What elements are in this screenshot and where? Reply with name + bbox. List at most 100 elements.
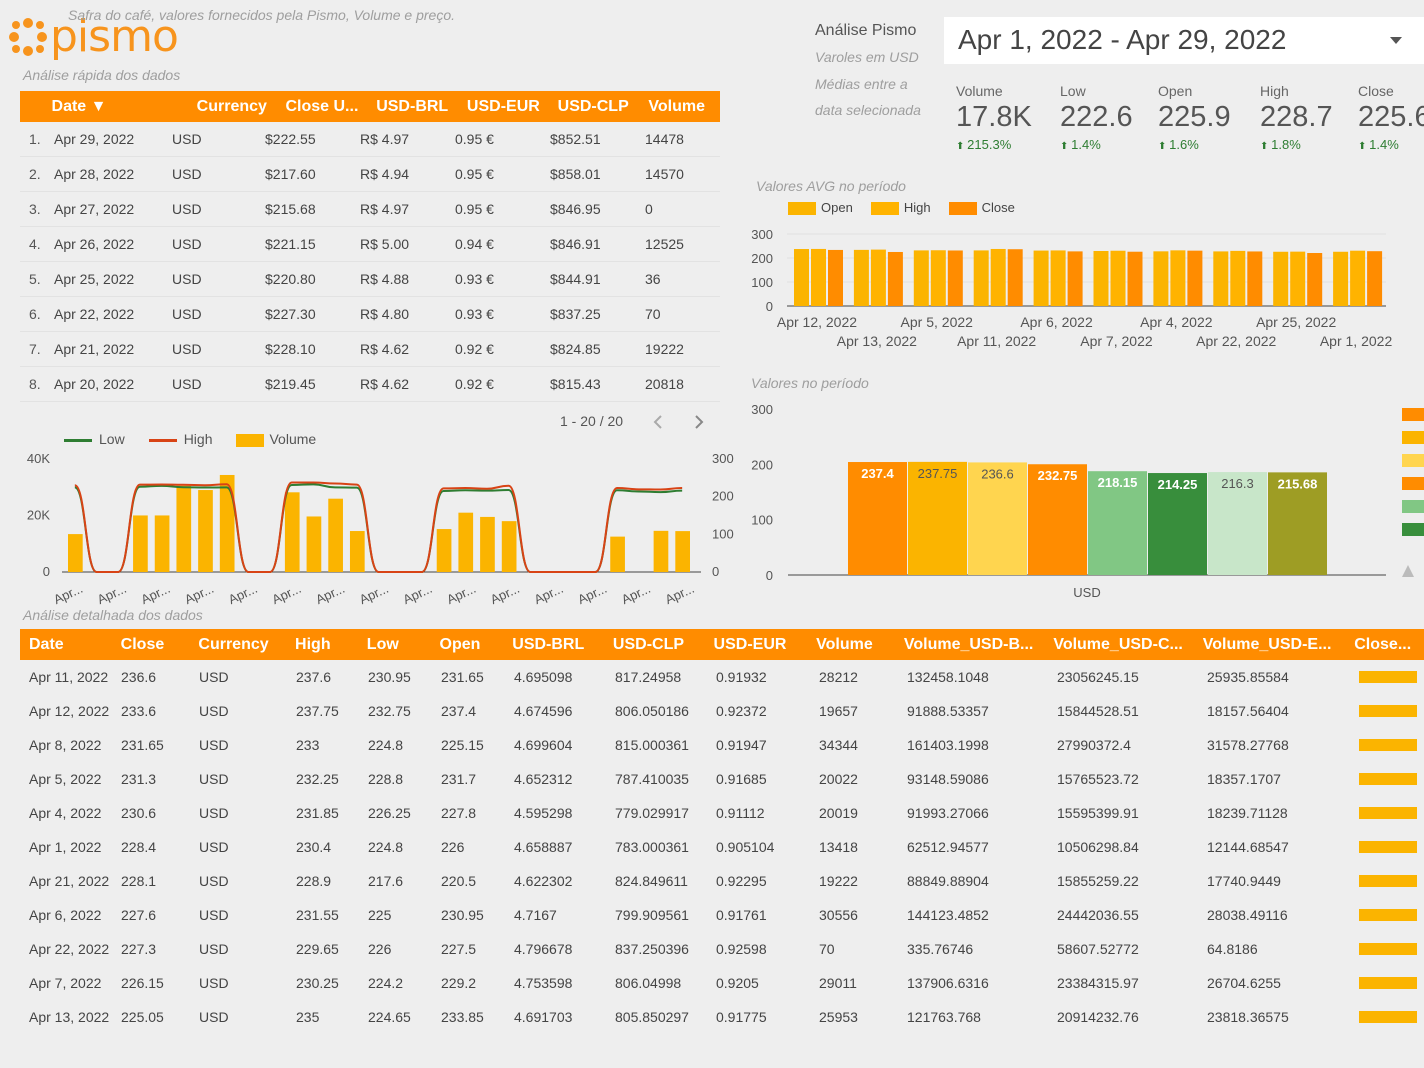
column-header[interactable]: Currency: [198, 636, 295, 654]
avg-bar-open[interactable]: [853, 249, 869, 306]
table-row[interactable]: 7. Apr 21, 2022 USD $228.10 R$ 4.62 0.92 € $82…: [20, 332, 720, 367]
volume-bar[interactable]: [176, 485, 192, 572]
volume-bar[interactable]: [653, 530, 669, 572]
table-row[interactable]: 6. Apr 22, 2022 USD $227.30 R$ 4.80 0.93 € $83…: [20, 297, 720, 332]
legend-swatch[interactable]: [1402, 500, 1424, 513]
volume-bar[interactable]: [675, 531, 690, 572]
column-header[interactable]: USD-EUR: [714, 636, 817, 654]
avg-bar-high[interactable]: [1350, 250, 1366, 306]
column-header[interactable]: Open: [440, 636, 513, 654]
legend-high[interactable]: High: [148, 431, 212, 447]
column-header[interactable]: USD-EUR: [467, 98, 558, 116]
avg-bar-close[interactable]: [828, 249, 843, 306]
column-header[interactable]: USD-BRL: [512, 636, 613, 654]
volume-bar[interactable]: [133, 515, 148, 572]
volume-bar[interactable]: [284, 492, 300, 572]
avg-bar-high[interactable]: [930, 250, 946, 306]
avg-bar-close[interactable]: [1367, 251, 1383, 306]
column-header[interactable]: Date: [20, 636, 121, 654]
column-header[interactable]: Close: [121, 636, 199, 654]
table-row[interactable]: Apr 11, 2022 236.6 USD 237.6 230.95 231.65 4.6…: [20, 660, 1424, 694]
avg-bar-close[interactable]: [1067, 251, 1083, 306]
chevron-right-icon[interactable]: [693, 414, 705, 430]
column-header[interactable]: Volume: [648, 98, 720, 116]
column-header[interactable]: Close...: [1354, 636, 1424, 654]
column-header[interactable]: USD-CLP: [613, 636, 714, 654]
avg-bar-high[interactable]: [811, 248, 826, 306]
table-row[interactable]: Apr 5, 2022 231.3 USD 232.25 228.8 231.7 4.652…: [20, 762, 1424, 796]
table-row[interactable]: Apr 22, 2022 227.3 USD 229.65 226 227.5 4.7966…: [20, 932, 1424, 966]
avg-bar-open[interactable]: [913, 250, 929, 306]
avg-bar-high[interactable]: [1170, 250, 1186, 306]
avg-bar-high[interactable]: [990, 248, 1006, 306]
avg-bar-open[interactable]: [1153, 251, 1169, 306]
avg-bar-open[interactable]: [1273, 251, 1289, 306]
avg-bar-close[interactable]: [947, 250, 963, 306]
legend-swatch[interactable]: [1402, 408, 1424, 421]
legend-close[interactable]: Close: [948, 200, 1015, 216]
column-header[interactable]: USD-BRL: [376, 98, 467, 116]
avg-bar-close[interactable]: [1127, 251, 1143, 306]
avg-bar-close[interactable]: [1247, 251, 1263, 306]
table-row[interactable]: Apr 8, 2022 231.65 USD 233 224.8 225.15 4.6996…: [20, 728, 1424, 762]
column-header[interactable]: Close U...: [285, 98, 376, 116]
table-row[interactable]: Apr 7, 2022 226.15 USD 230.25 224.2 229.2 4.75…: [20, 966, 1424, 1000]
column-header[interactable]: Volume: [816, 636, 904, 654]
column-header[interactable]: Volume_USD-B...: [904, 636, 1053, 654]
chevron-left-icon[interactable]: [652, 414, 664, 430]
column-header[interactable]: Volume_USD-E...: [1203, 636, 1354, 654]
legend-high-avg[interactable]: High: [870, 200, 931, 216]
table-row[interactable]: 5. Apr 25, 2022 USD $220.80 R$ 4.88 0.93 € $84…: [20, 262, 720, 297]
legend-low[interactable]: Low: [64, 431, 125, 447]
table-row[interactable]: 1. Apr 29, 2022 USD $222.55 R$ 4.97 0.95 € $85…: [20, 122, 720, 157]
column-header[interactable]: High: [295, 636, 367, 654]
volume-bar[interactable]: [436, 529, 452, 572]
avg-bar-high[interactable]: [870, 249, 886, 306]
avg-bar-open[interactable]: [1033, 250, 1049, 306]
legend-scroll-up-icon[interactable]: [1402, 565, 1414, 577]
volume-bar[interactable]: [328, 498, 343, 572]
avg-bar-close[interactable]: [1007, 249, 1023, 306]
volume-bar[interactable]: [198, 490, 213, 572]
avg-bar-open[interactable]: [794, 249, 809, 306]
volume-bar[interactable]: [501, 521, 517, 572]
table-row[interactable]: 4. Apr 26, 2022 USD $221.15 R$ 5.00 0.94 € $84…: [20, 227, 720, 262]
column-header[interactable]: Date ▼: [52, 98, 197, 116]
volume-bar[interactable]: [154, 515, 170, 572]
avg-bar-high[interactable]: [1110, 250, 1126, 306]
table-row[interactable]: Apr 4, 2022 230.6 USD 231.85 226.25 227.8 4.59…: [20, 796, 1424, 830]
table-row[interactable]: 2. Apr 28, 2022 USD $217.60 R$ 4.94 0.95 € $85…: [20, 157, 720, 192]
table-row[interactable]: Apr 1, 2022 228.4 USD 230.4 224.8 226 4.658887…: [20, 830, 1424, 864]
avg-bar-high[interactable]: [1230, 250, 1246, 306]
column-header[interactable]: Low: [367, 636, 440, 654]
avg-bar-close[interactable]: [887, 251, 903, 306]
volume-bar[interactable]: [306, 516, 322, 572]
avg-bar-open[interactable]: [1093, 250, 1109, 306]
table-row[interactable]: 8. Apr 20, 2022 USD $219.45 R$ 4.62 0.92 € $81…: [20, 367, 720, 402]
column-header[interactable]: Volume_USD-C...: [1053, 636, 1202, 654]
avg-bar-open[interactable]: [1333, 251, 1349, 306]
volume-bar[interactable]: [219, 474, 235, 572]
volume-bar[interactable]: [610, 536, 625, 572]
volume-bar[interactable]: [68, 534, 83, 572]
volume-bar[interactable]: [349, 531, 365, 572]
legend-swatch[interactable]: [1402, 431, 1424, 444]
avg-bar-close[interactable]: [1187, 250, 1203, 306]
table-row[interactable]: Apr 21, 2022 228.1 USD 228.9 217.6 220.5 4.622…: [20, 864, 1424, 898]
volume-bar[interactable]: [458, 512, 474, 572]
date-range-picker[interactable]: Apr 1, 2022 - Apr 29, 2022: [944, 17, 1424, 64]
column-header[interactable]: USD-CLP: [558, 98, 649, 116]
avg-bar-open[interactable]: [973, 250, 989, 306]
legend-open[interactable]: Open: [788, 200, 853, 216]
table-row[interactable]: Apr 13, 2022 225.05 USD 235 224.65 233.85 4.69…: [20, 1000, 1424, 1034]
volume-bar[interactable]: [480, 516, 495, 572]
table-row[interactable]: 3. Apr 27, 2022 USD $215.68 R$ 4.97 0.95 € $84…: [20, 192, 720, 227]
table-row[interactable]: Apr 6, 2022 227.6 USD 231.55 225 230.95 4.7167…: [20, 898, 1424, 932]
avg-bar-close[interactable]: [1307, 253, 1323, 306]
avg-bar-open[interactable]: [1213, 251, 1229, 306]
avg-bar-high[interactable]: [1050, 250, 1066, 306]
column-header[interactable]: Currency: [197, 98, 286, 116]
table-row[interactable]: Apr 12, 2022 233.6 USD 237.75 232.75 237.4 4.6…: [20, 694, 1424, 728]
legend-swatch[interactable]: [1402, 477, 1424, 490]
legend-swatch[interactable]: [1402, 454, 1424, 467]
